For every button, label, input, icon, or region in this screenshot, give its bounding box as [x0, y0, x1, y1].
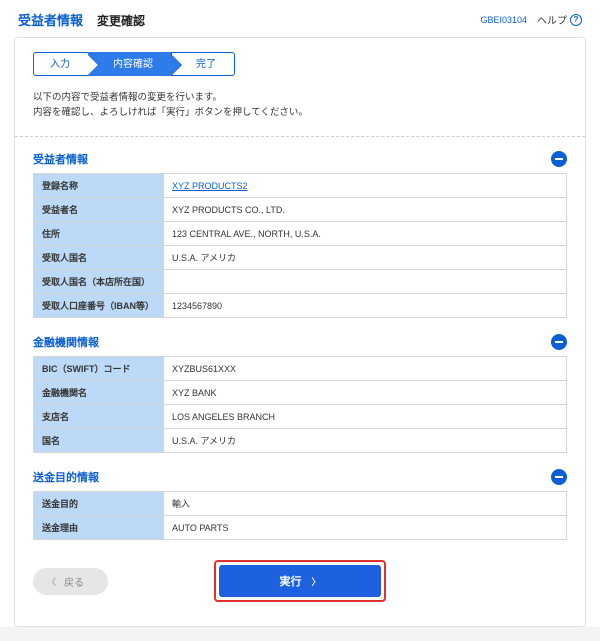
intro-text: 以下の内容で受益者情報の変更を行います。 内容を確認し、よろしければ「実行」ボタ…: [33, 90, 567, 120]
chevron-left-icon: 〈: [47, 575, 56, 588]
section-title: 金融機関情報: [33, 334, 99, 350]
field-label: 受取人国名（本店所在国）: [34, 270, 164, 294]
field-value: XYZ PRODUCTS2: [164, 174, 567, 198]
field-value: 123 CENTRAL AVE., NORTH, U.S.A.: [164, 222, 567, 246]
content-card: 入力 内容確認 完了 以下の内容で受益者情報の変更を行います。 内容を確認し、よ…: [14, 37, 586, 627]
field-value: XYZ PRODUCTS CO., LTD.: [164, 198, 567, 222]
divider: [15, 136, 585, 137]
page-subtitle: 変更確認: [97, 12, 145, 29]
field-label: 住所: [34, 222, 164, 246]
page-title: 受益者情報: [18, 10, 83, 29]
execute-highlight: 実行 〉: [214, 560, 385, 602]
section-title: 受益者情報: [33, 151, 88, 167]
field-label: 受取人口座番号（IBAN等）: [34, 294, 164, 318]
field-label: 国名: [34, 429, 164, 453]
field-value: XYZ BANK: [164, 381, 567, 405]
collapse-icon[interactable]: [551, 151, 567, 167]
intro-line-2: 内容を確認し、よろしければ「実行」ボタンを押してください。: [33, 105, 567, 120]
section-title: 送金目的情報: [33, 469, 99, 485]
help-label: ヘルプ: [537, 12, 567, 27]
step-input[interactable]: 入力: [33, 52, 89, 76]
field-label: 受取人国名: [34, 246, 164, 270]
field-value: XYZBUS61XXX: [164, 357, 567, 381]
screen-code: GBEI03104: [480, 15, 527, 25]
execute-label: 実行: [279, 573, 301, 589]
help-link[interactable]: ヘルプ ?: [537, 12, 582, 27]
section-bank: 金融機関情報 BIC（SWIFT）コードXYZBUS61XXX 金融機関名XYZ…: [33, 334, 567, 453]
step-confirm[interactable]: 内容確認: [88, 52, 172, 76]
section-beneficiary: 受益者情報 登録名称 XYZ PRODUCTS2 受益者名XYZ PRODUCTS…: [33, 151, 567, 318]
bank-table: BIC（SWIFT）コードXYZBUS61XXX 金融機関名XYZ BANK 支…: [33, 356, 567, 453]
field-value: LOS ANGELES BRANCH: [164, 405, 567, 429]
field-label: 登録名称: [34, 174, 164, 198]
field-label: 受益者名: [34, 198, 164, 222]
field-value: U.S.A. アメリカ: [164, 246, 567, 270]
purpose-table: 送金目的輸入 送金理由AUTO PARTS: [33, 491, 567, 540]
back-button[interactable]: 〈 戻る: [33, 568, 108, 595]
field-value: 1234567890: [164, 294, 567, 318]
wizard-steps: 入力 内容確認 完了: [33, 52, 567, 76]
field-value: 輸入: [164, 492, 567, 516]
beneficiary-table: 登録名称 XYZ PRODUCTS2 受益者名XYZ PRODUCTS CO., …: [33, 173, 567, 318]
field-value: AUTO PARTS: [164, 516, 567, 540]
field-label: 送金理由: [34, 516, 164, 540]
field-value: [164, 270, 567, 294]
section-purpose: 送金目的情報 送金目的輸入 送金理由AUTO PARTS: [33, 469, 567, 540]
field-value: U.S.A. アメリカ: [164, 429, 567, 453]
field-label: 金融機関名: [34, 381, 164, 405]
page-header: 受益者情報 変更確認 GBEI03104 ヘルプ ?: [0, 0, 600, 37]
execute-button[interactable]: 実行 〉: [219, 565, 380, 597]
chevron-right-icon: 〉: [311, 575, 320, 588]
collapse-icon[interactable]: [551, 469, 567, 485]
field-label: 送金目的: [34, 492, 164, 516]
field-label: 支店名: [34, 405, 164, 429]
registered-name-link[interactable]: XYZ PRODUCTS2: [172, 181, 248, 191]
collapse-icon[interactable]: [551, 334, 567, 350]
intro-line-1: 以下の内容で受益者情報の変更を行います。: [33, 90, 567, 105]
help-icon: ?: [570, 14, 582, 26]
field-label: BIC（SWIFT）コード: [34, 357, 164, 381]
back-label: 戻る: [64, 574, 84, 589]
button-row: 〈 戻る 実行 〉: [33, 560, 567, 602]
